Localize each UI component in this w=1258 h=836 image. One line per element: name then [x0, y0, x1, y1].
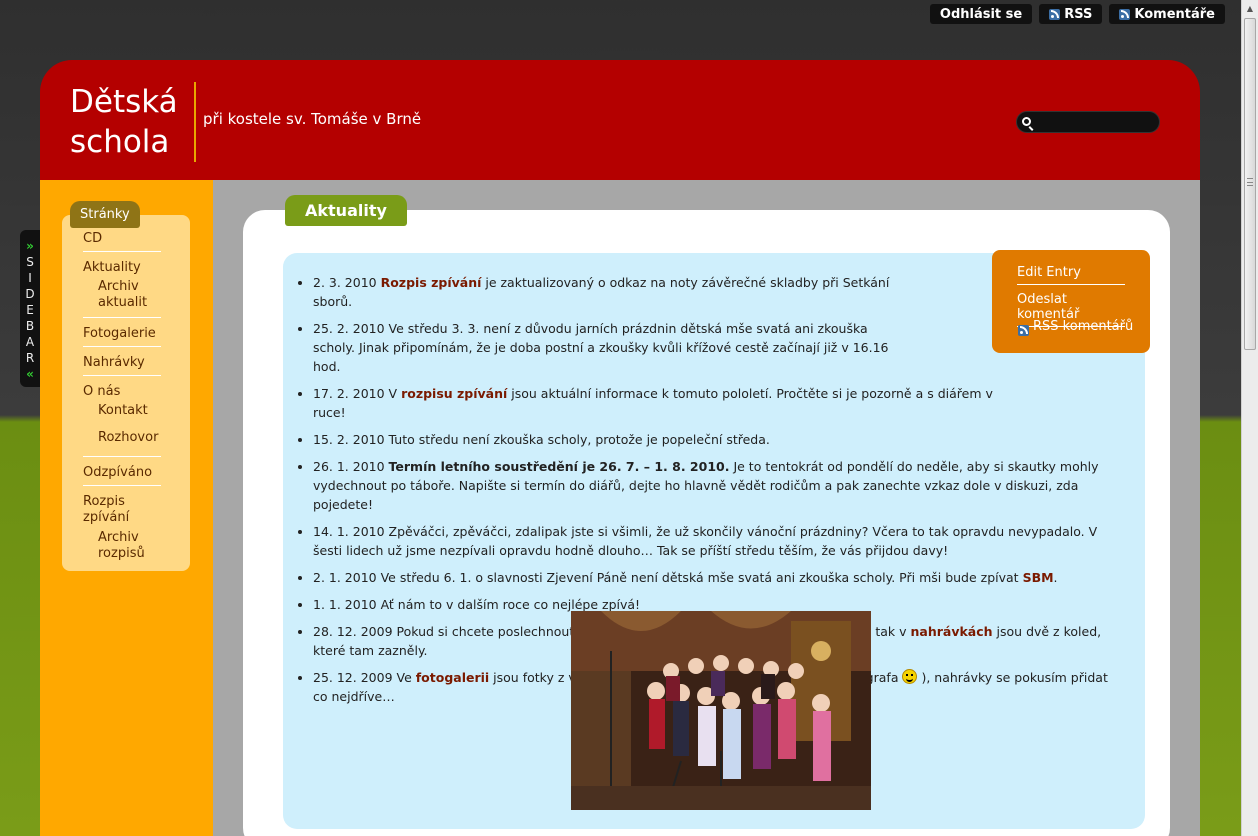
- edit-entry-link[interactable]: Edit Entry: [1017, 265, 1125, 285]
- sidebar-letter: I: [28, 271, 32, 285]
- nav-subitem-kontakt[interactable]: Kontakt: [83, 401, 161, 428]
- sidebar-letter: A: [25, 335, 35, 349]
- sidebar-letter: S: [26, 255, 34, 269]
- sidebar-letter: D: [25, 287, 35, 301]
- nav-list: CD Aktuality Archiv aktualit Fotogalerie…: [83, 228, 161, 566]
- comments-rss-button[interactable]: Komentáře: [1109, 4, 1225, 24]
- site-subtitle: při kostele sv. Tomáše v Brně: [203, 110, 422, 128]
- logout-label: Odhlásit se: [939, 6, 1023, 22]
- choir-photo[interactable]: [571, 611, 871, 810]
- nav-link[interactable]: Rozpis zpívání: [83, 494, 129, 525]
- nav-item-cd[interactable]: CD: [83, 228, 161, 252]
- nav-item-odzpivano[interactable]: Odzpíváno: [83, 462, 161, 486]
- nav-item-aktuality[interactable]: Aktuality: [83, 257, 161, 277]
- nav-link[interactable]: Odzpíváno: [83, 465, 152, 480]
- list-item: 2. 3. 2010 Rozpis zpívání je zaktualizov…: [313, 273, 913, 311]
- news-bold: Termín letního soustředění je 26. 7. – 1…: [388, 459, 730, 474]
- scroll-up-icon[interactable]: ▲: [1242, 0, 1258, 17]
- search-icon: [1022, 117, 1031, 126]
- list-item: 15. 2. 2010 Tuto středu není zkouška sch…: [313, 430, 1125, 449]
- nav-link[interactable]: O nás: [83, 384, 120, 399]
- news-link[interactable]: SBM: [1023, 570, 1054, 585]
- nav-item-o-nas[interactable]: O nás: [83, 381, 161, 401]
- rss-label: RSS: [1064, 6, 1093, 22]
- rss-icon: [1018, 325, 1029, 336]
- site-title-line2: schola: [70, 124, 170, 160]
- rss-icon: [1119, 8, 1131, 20]
- search-input[interactable]: [1037, 114, 1155, 130]
- list-item: 25. 2. 2010 Ve středu 3. 3. není z důvod…: [313, 319, 913, 376]
- site-header: Dětská schola při kostele sv. Tomáše v B…: [40, 60, 1200, 180]
- nav-link[interactable]: Archiv aktualit: [98, 279, 147, 310]
- list-item: 2. 1. 2010 Ve středu 6. 1. o slavnosti Z…: [313, 568, 1125, 587]
- close-arrow-icon: «: [26, 367, 34, 381]
- rss-comments-link[interactable]: RSS komentářů: [1033, 319, 1141, 334]
- nav-link[interactable]: Archiv rozpisů: [98, 530, 145, 561]
- nav-item-fotogalerie[interactable]: Fotogalerie: [83, 323, 161, 347]
- sidebar-letter: E: [26, 303, 34, 317]
- nav-link[interactable]: Aktuality: [83, 260, 141, 275]
- news-link[interactable]: fotogalerii: [416, 670, 489, 685]
- nav-item-rozpis-zpivani[interactable]: Rozpis zpívání: [83, 491, 161, 528]
- smiley-icon: [902, 669, 918, 684]
- nav-link[interactable]: Nahrávky: [83, 355, 145, 370]
- site-title-line1: Dětská: [70, 84, 178, 120]
- news-link[interactable]: Rozpis zpívání: [381, 275, 482, 290]
- site-title[interactable]: Dětská schola: [70, 82, 196, 162]
- news-link[interactable]: rozpisu zpívání: [401, 386, 507, 401]
- search-box: [1016, 111, 1160, 133]
- nav-item-nahravky[interactable]: Nahrávky: [83, 352, 161, 376]
- scrollbar-grip-icon: [1247, 178, 1253, 186]
- comments-label: Komentáře: [1134, 6, 1215, 22]
- entry-actions-box: Edit Entry Odeslat komentář RSS komentář…: [992, 250, 1150, 353]
- rss-icon: [1049, 8, 1061, 20]
- page-title: Aktuality: [285, 195, 407, 226]
- nav-link[interactable]: CD: [83, 231, 102, 246]
- sidebar-letter: R: [25, 351, 35, 365]
- nav-link[interactable]: Kontakt: [98, 403, 148, 418]
- nav-link[interactable]: Fotogalerie: [83, 326, 156, 341]
- sidebar-letter: B: [25, 319, 35, 333]
- sidebar-toggle-tab[interactable]: » S I D E B A R «: [20, 230, 40, 387]
- vertical-scrollbar[interactable]: ▲: [1241, 0, 1258, 836]
- nav-subitem-rozhovor[interactable]: Rozhovor: [83, 428, 161, 457]
- nav-link[interactable]: Rozhovor: [98, 430, 158, 445]
- nav-heading: Stránky: [70, 201, 140, 228]
- nav-subitem-archiv-aktualit[interactable]: Archiv aktualit: [83, 277, 161, 318]
- list-item: 17. 2. 2010 V rozpisu zpívání jsou aktuá…: [313, 384, 993, 422]
- top-toolbar: Odhlásit se RSS Komentáře: [929, 4, 1225, 24]
- list-item: 26. 1. 2010 Termín letního soustředění j…: [313, 457, 1125, 514]
- logout-button[interactable]: Odhlásit se: [929, 4, 1033, 24]
- list-item: 14. 1. 2010 Zpěváčci, zpěváčci, zdalipak…: [313, 522, 1125, 560]
- news-link[interactable]: nahrávkách: [911, 624, 993, 639]
- nav-subitem-archiv-rozpisu[interactable]: Archiv rozpisů: [83, 528, 161, 566]
- open-arrow-icon: »: [26, 239, 34, 253]
- rss-button[interactable]: RSS: [1039, 4, 1103, 24]
